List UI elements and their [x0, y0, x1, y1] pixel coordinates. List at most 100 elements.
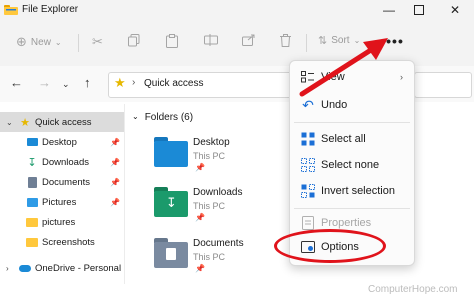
- sort-button-label: Sort: [331, 35, 350, 46]
- close-icon: ✕: [449, 3, 461, 17]
- minimize-button[interactable]: —: [378, 2, 400, 18]
- folder-name: Documents: [193, 238, 244, 249]
- chevron-down-icon: ⌄: [132, 112, 139, 121]
- pin-icon: 📌: [195, 163, 205, 172]
- download-icon: ↧: [27, 156, 37, 169]
- sidebar-item-quick-access[interactable]: ⌄ ★ Quick access: [0, 112, 124, 132]
- desktop-icon: [26, 137, 38, 147]
- menu-divider: [294, 208, 410, 209]
- new-button-label: New: [30, 36, 51, 48]
- folder-app-icon: [4, 5, 18, 15]
- chevron-down-icon: ⌄: [54, 37, 62, 47]
- folders-group-header[interactable]: ⌄ Folders (6): [132, 112, 193, 123]
- sidebar-item-onedrive[interactable]: › OneDrive - Personal: [0, 258, 124, 278]
- pin-icon: 📌: [110, 177, 120, 187]
- folder-icon: [26, 217, 38, 227]
- divider: [78, 34, 79, 52]
- menu-item-invert-selection[interactable]: Invert selection: [290, 179, 414, 203]
- menu-item-select-none[interactable]: Select none: [290, 153, 414, 177]
- sidebar-item-label: Screenshots: [42, 236, 95, 248]
- rename-icon[interactable]: [204, 34, 218, 46]
- folder-location: This PC: [193, 252, 226, 262]
- chevron-right-icon[interactable]: ›: [6, 264, 9, 273]
- properties-icon: [300, 215, 316, 231]
- title-bar: File Explorer — ✕: [0, 0, 474, 22]
- menu-divider: [294, 122, 410, 123]
- back-arrow-icon[interactable]: ←: [10, 75, 23, 90]
- close-button[interactable]: ✕: [444, 2, 466, 18]
- menu-item-label: Select none: [321, 159, 380, 171]
- copy-icon[interactable]: [128, 34, 140, 47]
- search-input[interactable]: [414, 72, 472, 98]
- pin-icon: 📌: [110, 157, 120, 167]
- forward-arrow-icon[interactable]: →: [38, 75, 51, 90]
- view-icon: [300, 69, 316, 85]
- cloud-icon: [19, 263, 31, 273]
- document-page-icon: [166, 248, 176, 260]
- navigation-pane: ⌄ ★ Quick access Desktop 📌 ↧ Downloads 📌…: [0, 104, 125, 284]
- chevron-down-icon: ⌄: [353, 36, 361, 45]
- sidebar-item-label: Documents: [42, 176, 91, 188]
- maximize-button[interactable]: [408, 2, 430, 18]
- sidebar-item-downloads[interactable]: ↧ Downloads 📌: [0, 152, 124, 172]
- folders-group-label: Folders (6): [144, 112, 194, 123]
- menu-item-label: Invert selection: [321, 185, 395, 197]
- paste-icon[interactable]: [166, 34, 178, 48]
- maximize-icon: [414, 5, 424, 15]
- watermark: ComputerHope.com: [368, 284, 458, 295]
- recent-locations-chevron-icon[interactable]: ⌄: [62, 79, 70, 90]
- folder-icon: [26, 237, 38, 247]
- delete-icon[interactable]: [280, 34, 291, 47]
- file-explorer-window: File Explorer — ✕ ⊕ New ⌄ ✂ ⇅ Sort ⌄ •••…: [0, 0, 474, 299]
- sidebar-item-screenshots[interactable]: Screenshots: [0, 232, 124, 252]
- more-options-button[interactable]: •••: [383, 32, 407, 50]
- sidebar-item-label: OneDrive - Personal: [35, 262, 122, 274]
- chevron-down-icon[interactable]: ⌄: [6, 118, 13, 127]
- folder-location: This PC: [193, 201, 226, 211]
- menu-item-select-all[interactable]: Select all: [290, 127, 414, 151]
- pin-icon: 📌: [110, 197, 120, 207]
- sort-button[interactable]: ⇅ Sort ⌄: [318, 34, 360, 47]
- select-all-icon: [300, 131, 316, 147]
- sort-arrows-icon: ⇅: [318, 35, 328, 47]
- pin-icon: 📌: [110, 137, 120, 147]
- folder-name: Downloads: [193, 187, 243, 198]
- sidebar-item-label: Downloads: [42, 156, 89, 168]
- menu-item-undo[interactable]: ↶ Undo: [290, 93, 414, 117]
- documents-icon: [26, 176, 38, 188]
- folder-location: This PC: [193, 151, 226, 161]
- sidebar-item-pictures-folder[interactable]: pictures: [0, 212, 124, 232]
- up-arrow-icon[interactable]: ↑: [84, 75, 91, 90]
- chevron-right-icon: ›: [400, 72, 403, 82]
- cut-icon[interactable]: ✂: [92, 34, 103, 50]
- menu-item-label: Select all: [321, 133, 366, 145]
- plus-circle-icon: ⊕: [16, 34, 27, 49]
- pin-icon: 📌: [195, 264, 205, 273]
- menu-item-view[interactable]: View ›: [290, 65, 414, 89]
- breadcrumb-current[interactable]: Quick access: [144, 78, 203, 89]
- undo-icon: ↶: [302, 96, 314, 113]
- star-icon: ★: [20, 116, 30, 129]
- invert-selection-icon: [300, 183, 316, 199]
- folder-name: Desktop: [193, 137, 230, 148]
- window-title: File Explorer: [22, 4, 79, 15]
- sidebar-item-label: Quick access: [35, 116, 92, 128]
- breadcrumb-chevron-icon[interactable]: ›: [132, 77, 135, 88]
- star-icon: ★: [114, 75, 126, 90]
- options-highlight-oval: [274, 229, 386, 263]
- menu-item-label: Undo: [321, 99, 348, 111]
- pin-icon: 📌: [195, 213, 205, 222]
- sidebar-item-desktop[interactable]: Desktop 📌: [0, 132, 124, 152]
- menu-item-label: View: [321, 71, 345, 83]
- desktop-folder-icon: [154, 141, 188, 167]
- sidebar-item-label: Desktop: [42, 136, 77, 148]
- sidebar-item-label: Pictures: [42, 196, 77, 208]
- download-icon: ↧: [166, 195, 177, 210]
- select-none-icon: [300, 157, 316, 173]
- sidebar-item-pictures[interactable]: Pictures 📌: [0, 192, 124, 212]
- menu-item-label: Properties: [321, 217, 372, 229]
- share-icon[interactable]: [242, 34, 255, 46]
- pictures-icon: [26, 197, 38, 207]
- sidebar-item-documents[interactable]: Documents 📌: [0, 172, 124, 192]
- new-button[interactable]: ⊕ New ⌄: [16, 34, 62, 50]
